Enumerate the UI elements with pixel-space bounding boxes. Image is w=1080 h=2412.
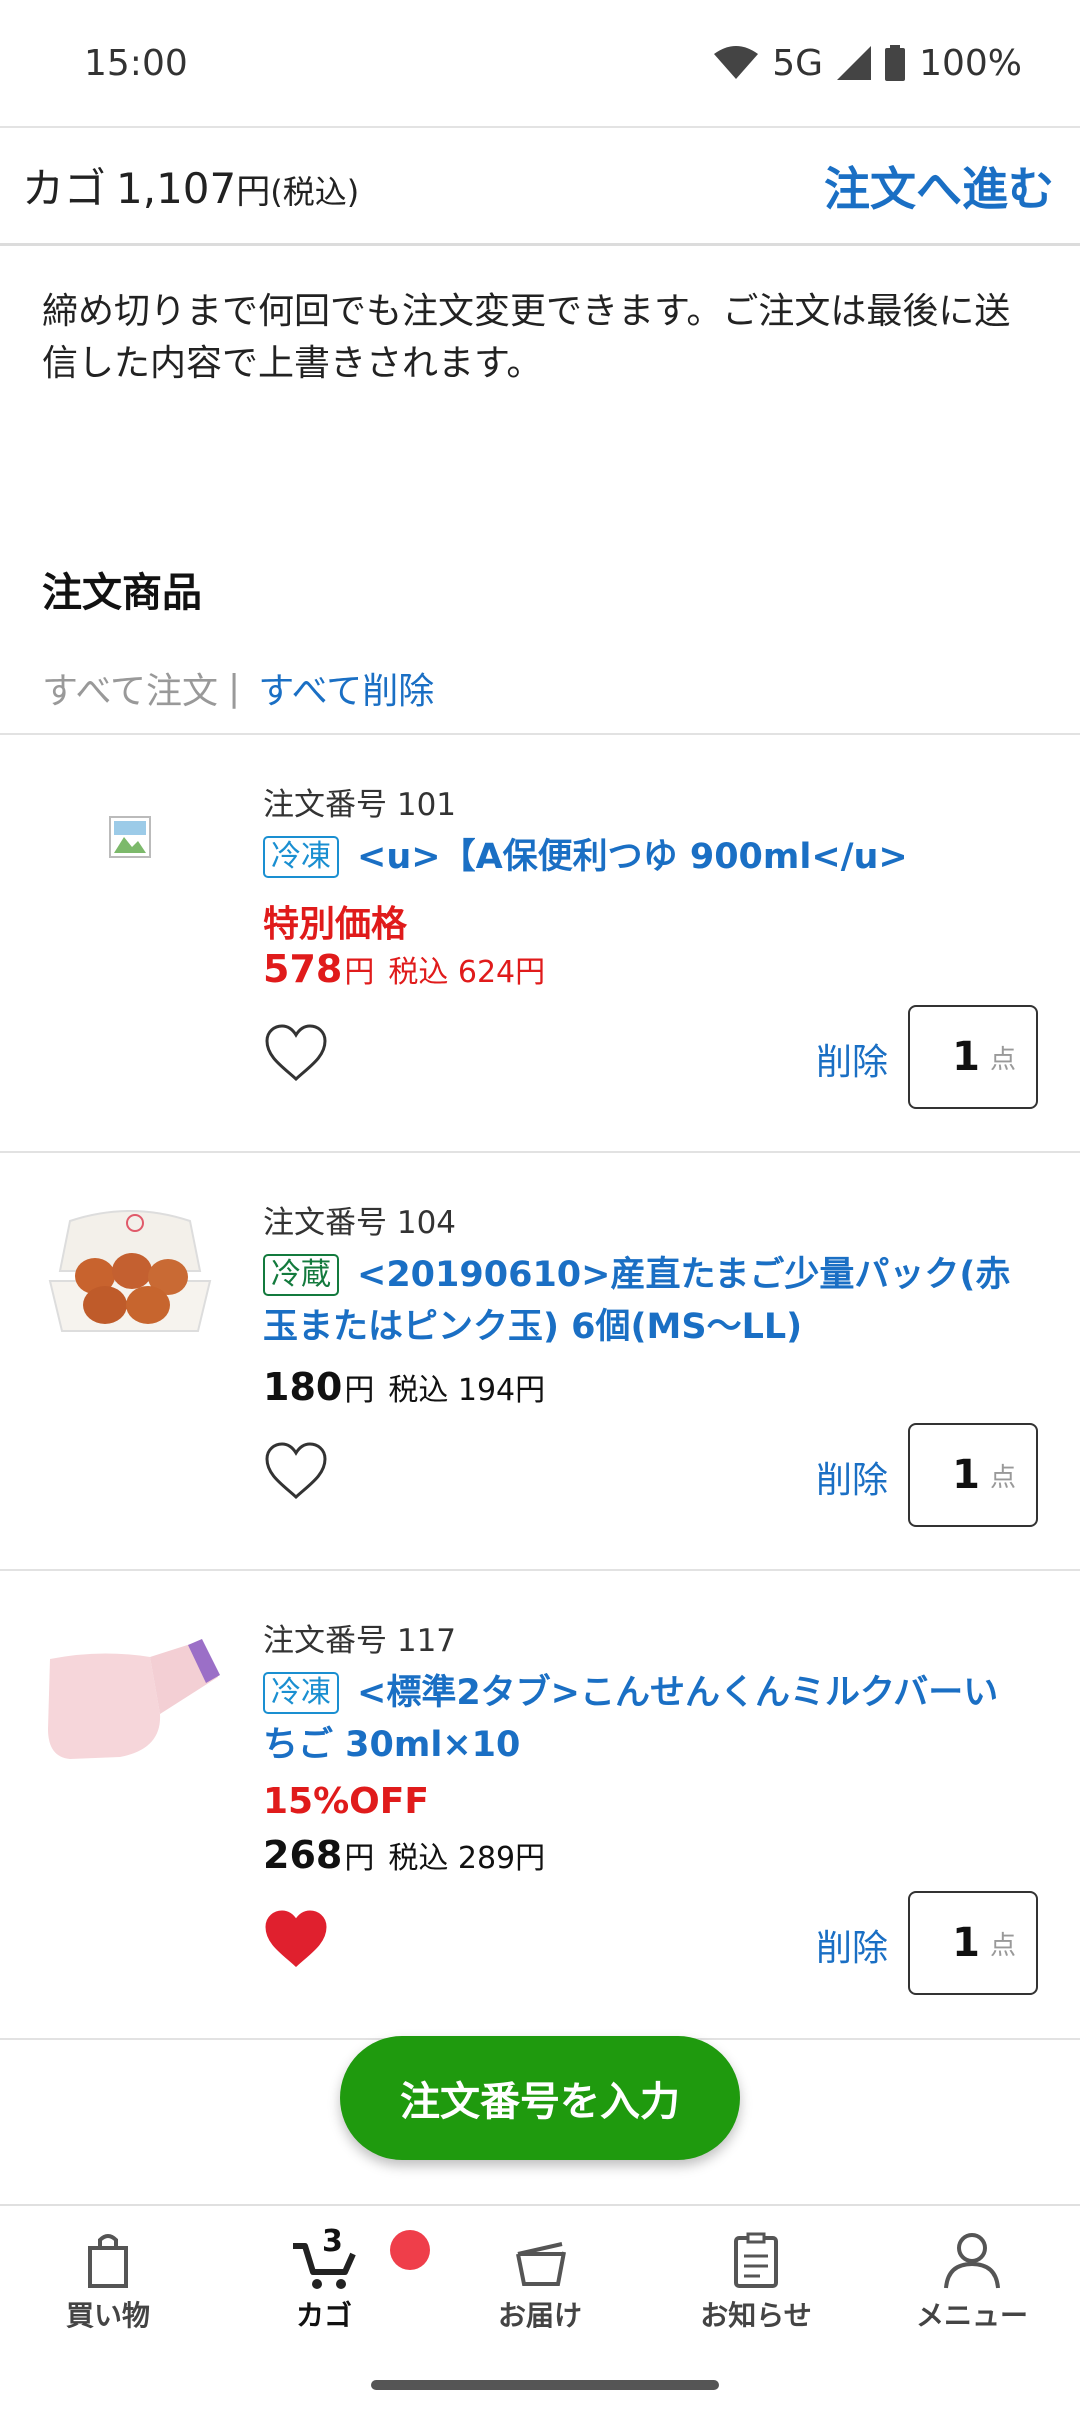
cart-currency: 円 [236, 172, 271, 212]
nav-news[interactable]: お知らせ [666, 2230, 846, 2334]
proceed-to-order-button[interactable]: 注文へ進む [824, 153, 1054, 219]
frozen-tag: 冷凍 [263, 836, 339, 878]
quantity-field[interactable]: 1 点 [908, 1005, 1038, 1109]
status-bar: 15:00 5G 100% [0, 0, 1080, 126]
nav-delivery-label: お届け [497, 2299, 582, 2332]
promo-label: 15%OFF [263, 1781, 429, 1822]
heart-outline-icon[interactable] [263, 1441, 329, 1501]
quantity-field[interactable]: 1 点 [908, 1423, 1038, 1527]
bulk-actions: すべて注文 | すべて削除 [42, 662, 434, 714]
signal-icon [837, 46, 872, 80]
nav-menu[interactable]: メニュー [882, 2230, 1062, 2334]
product-title-link[interactable]: 冷凍 <u>【A保便利つゆ 900ml</u> [263, 831, 1033, 883]
nav-shop[interactable]: 買い物 [18, 2230, 198, 2334]
network-label: 5G [772, 42, 824, 84]
notification-dot [390, 2230, 430, 2270]
status-icons: 5G 100% [714, 43, 1022, 84]
broken-image-icon[interactable] [40, 775, 220, 955]
order-number: 注文番号 104 [263, 1205, 457, 1241]
cart-label: カゴ [22, 164, 107, 213]
delete-button[interactable]: 削除 [816, 1033, 888, 1085]
quantity-value: 1 [952, 1452, 980, 1498]
quantity-unit: 点 [989, 1044, 1016, 1075]
delivery-box-icon [516, 2242, 566, 2286]
chilled-tag: 冷蔵 [263, 1254, 339, 1296]
section-title: 注文商品 [42, 570, 202, 616]
egg-carton-image[interactable] [40, 1181, 220, 1361]
nav-delivery[interactable]: お届け [450, 2230, 630, 2334]
delete-button[interactable]: 削除 [816, 1451, 888, 1503]
price: 180 円 税込 194円 [263, 1365, 545, 1409]
cart-total: カゴ 1,107 円 (税込) [22, 155, 359, 216]
order-number: 注文番号 117 [263, 1623, 457, 1659]
sock-image[interactable] [40, 1619, 220, 1799]
tax-inclusive-price: 税込 194円 [388, 1373, 546, 1408]
cart-item: 注文番号 104 冷蔵 <20190610>産直たまご少量パック(赤玉またはピンク… [0, 1153, 1080, 1569]
enter-order-number-button[interactable]: 注文番号を入力 [340, 2036, 740, 2160]
price-currency: 円 [344, 1373, 375, 1408]
heart-outline-icon[interactable] [263, 1023, 329, 1083]
shopping-bag-icon [88, 2234, 128, 2288]
wifi-icon [714, 46, 759, 79]
home-indicator[interactable] [371, 2380, 719, 2390]
quantity-unit: 点 [989, 1462, 1016, 1493]
price-amount: 180 [263, 1365, 343, 1409]
user-icon [944, 2233, 1000, 2289]
nav-shop-label: 買い物 [65, 2299, 150, 2332]
tax-inclusive-price: 税込 624円 [388, 955, 546, 990]
heart-filled-icon[interactable] [263, 1909, 329, 1969]
delete-all-button[interactable]: すべて削除 [258, 662, 434, 714]
tax-inclusive-price: 税込 289円 [388, 1841, 546, 1876]
quantity-unit: 点 [989, 1930, 1016, 1961]
product-title: <20190610>産直たまご少量パック(赤玉またはピンク玉) 6個(MS〜LL… [263, 1255, 1011, 1347]
status-time: 15:00 [84, 42, 188, 84]
price-amount: 578 [263, 947, 343, 991]
price: 268 円 税込 289円 [263, 1833, 545, 1877]
battery-icon [885, 45, 906, 81]
bulk-separator: | [228, 667, 241, 709]
product-title-link[interactable]: 冷凍 <標準2タブ>こんせんくんミルクバーいちご 30ml×10 [263, 1667, 1033, 1771]
nav-menu-label: メニュー [915, 2299, 1028, 2332]
order-all-button[interactable]: すべて注文 [42, 662, 218, 714]
price-currency: 円 [344, 1841, 375, 1876]
battery-level: 100% [919, 42, 1022, 84]
price: 578 円 税込 624円 [263, 947, 545, 991]
cart-total-amount: 1,107 [116, 164, 237, 213]
delete-button[interactable]: 削除 [816, 1919, 888, 1971]
cart-item: 注文番号 101 冷凍 <u>【A保便利つゆ 900ml</u> 特別価格 578… [0, 735, 1080, 1151]
nav-news-label: お知らせ [700, 2299, 812, 2332]
quantity-value: 1 [952, 1034, 980, 1080]
cart-tax-note: (税込) [270, 173, 360, 211]
order-number: 注文番号 101 [263, 787, 457, 823]
quantity-field[interactable]: 1 点 [908, 1891, 1038, 1995]
quantity-value: 1 [952, 1920, 980, 1966]
cart-summary-bar: カゴ 1,107 円 (税込) 注文へ進む [0, 126, 1080, 246]
product-title-link[interactable]: 冷蔵 <20190610>産直たまご少量パック(赤玉またはピンク玉) 6個(MS〜… [263, 1249, 1033, 1353]
nav-cart-label: カゴ [295, 2299, 352, 2332]
price-currency: 円 [344, 955, 375, 990]
frozen-tag: 冷凍 [263, 1672, 339, 1714]
product-title: <標準2タブ>こんせんくんミルクバーいちご 30ml×10 [263, 1673, 999, 1765]
cart-count-badge: 3 [322, 2224, 343, 2259]
price-amount: 268 [263, 1833, 343, 1877]
clipboard-icon [734, 2232, 778, 2288]
product-title: <u>【A保便利つゆ 900ml</u> [357, 837, 908, 877]
cart-item: 注文番号 117 冷凍 <標準2タブ>こんせんくんミルクバーいちご 30ml×10… [0, 1571, 1080, 2038]
order-notice: 締め切りまで何回でも注文変更できます。ご注文は最後に送信した内容で上書きされます… [42, 291, 1011, 384]
promo-label: 特別価格 [263, 904, 408, 945]
